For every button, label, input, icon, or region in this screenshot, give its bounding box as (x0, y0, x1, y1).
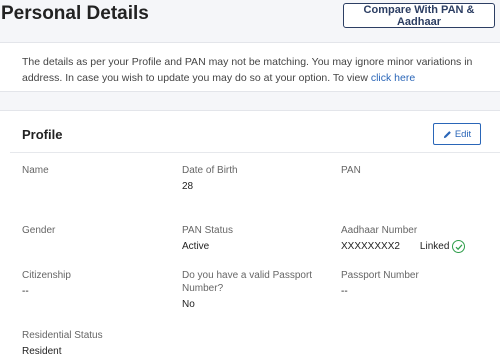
field-citizenship: Citizenship -- (22, 269, 71, 298)
pan-label: PAN (341, 165, 361, 176)
aadhaar-value: XXXXXXXX2 (341, 241, 400, 252)
aadhaar-linked-status: Linked (419, 240, 466, 253)
field-dob: Date of Birth 28 (182, 164, 238, 193)
aadhaar-label: Aadhaar Number (341, 225, 418, 236)
residential-status-label: Residential Status (22, 330, 103, 341)
page-title: Personal Details (1, 3, 149, 24)
gender-label: Gender (22, 225, 56, 236)
passport-number-value: -- (341, 286, 348, 297)
pan-status-value: Active (182, 241, 210, 252)
aadhaar-value-row: XXXXXXXX2 Linked (341, 240, 491, 253)
dob-value: 28 (182, 181, 194, 192)
field-pan-status: PAN Status Active (182, 224, 233, 253)
click-here-link[interactable]: click here (371, 72, 415, 84)
residential-status-value: Resident (22, 346, 62, 357)
passport-question-label: Do you have a valid Passport Number? (182, 270, 313, 294)
citizenship-value: -- (22, 286, 29, 297)
passport-number-label: Passport Number (341, 270, 419, 281)
citizenship-label: Citizenship (22, 270, 71, 281)
field-aadhaar: Aadhaar Number XXXXXXXX2 Linked (341, 224, 491, 253)
field-residential-status: Residential Status Resident (22, 329, 103, 358)
dob-label: Date of Birth (182, 165, 238, 176)
field-pan: PAN (341, 164, 361, 180)
field-passport-question: Do you have a valid Passport Number? No (182, 269, 322, 311)
pencil-icon (443, 130, 451, 138)
field-passport-number: Passport Number -- (341, 269, 419, 298)
notice-banner: The details as per your Profile and PAN … (0, 42, 500, 92)
linked-label: Linked (419, 241, 450, 252)
edit-label: Edit (454, 128, 472, 140)
compare-pan-aadhaar-button[interactable]: Compare With PAN & Aadhaar (343, 3, 495, 28)
field-gender: Gender (22, 224, 55, 240)
edit-button[interactable]: Edit (433, 123, 481, 145)
passport-question-value: No (182, 299, 195, 310)
name-label: Name (22, 165, 49, 176)
profile-card: Profile Edit Name Date of Birth 28 PAN G… (0, 110, 500, 362)
profile-title: Profile (22, 127, 63, 142)
check-circle-icon (452, 240, 466, 253)
pan-status-label: PAN Status (182, 225, 233, 236)
field-name: Name (22, 164, 49, 180)
divider (10, 152, 500, 153)
